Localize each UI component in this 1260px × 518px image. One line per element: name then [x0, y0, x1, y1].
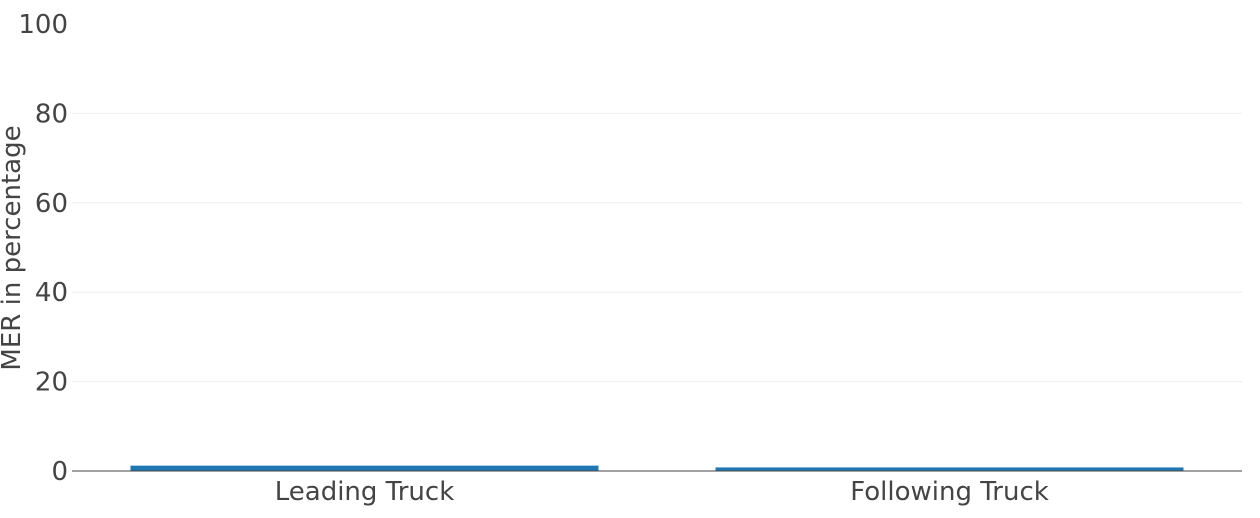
y-tick-label: 100	[18, 10, 68, 40]
x-tick-label: Following Truck	[850, 477, 1049, 507]
x-tick-labels: Leading Truck Following Truck	[275, 477, 1049, 507]
y-tick-label: 40	[35, 278, 68, 308]
bar-chart: 0 20 40 60 80 100 Leading Truck Following Truc…	[0, 10, 1242, 507]
bar-following-truck[interactable]	[715, 467, 1184, 471]
x-tick-label: Leading Truck	[275, 477, 455, 507]
bars	[130, 465, 1184, 471]
gridlines	[72, 112, 1242, 383]
y-tick-label: 60	[35, 189, 68, 219]
y-tick-label: 20	[35, 368, 68, 398]
y-axis-label: MER in percentage	[0, 125, 27, 370]
y-tick-label: 80	[35, 99, 68, 129]
y-tick-label: 0	[51, 457, 68, 487]
bar-leading-truck[interactable]	[130, 465, 599, 471]
